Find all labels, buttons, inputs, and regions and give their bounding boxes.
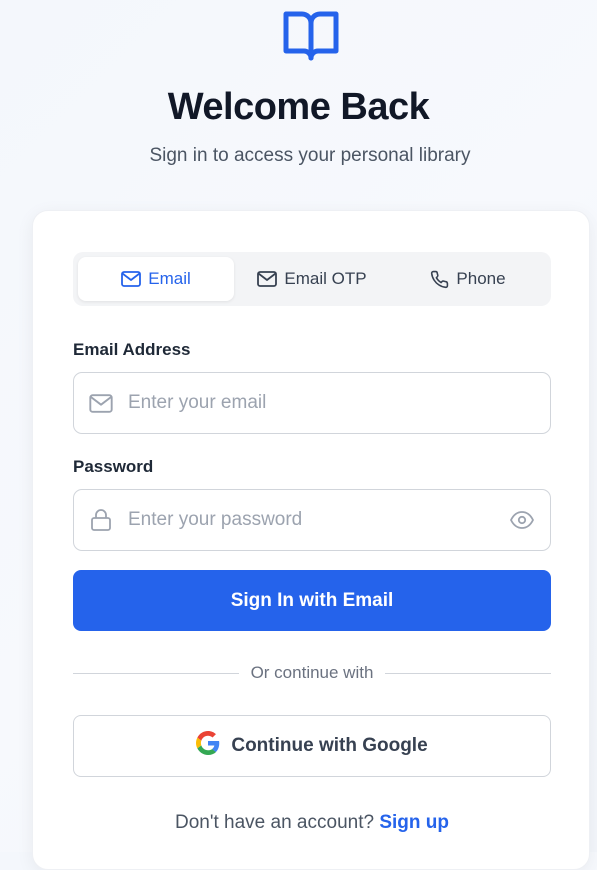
signup-link[interactable]: Sign up	[379, 812, 449, 833]
google-icon	[196, 731, 220, 761]
eye-icon[interactable]	[494, 511, 550, 529]
page-subtitle: Sign in to access your personal library	[149, 145, 471, 166]
divider: Or continue with	[73, 663, 551, 683]
password-field	[73, 489, 551, 551]
page-title: Welcome Back	[167, 86, 430, 128]
divider-line	[73, 672, 239, 674]
open-book-icon	[282, 8, 340, 62]
password-label: Password	[73, 457, 154, 476]
mail-icon	[121, 271, 142, 287]
lock-icon	[74, 508, 128, 532]
tab-email[interactable]: Email	[78, 257, 234, 301]
email-input[interactable]	[128, 373, 550, 433]
email-field	[73, 372, 551, 434]
sign-in-button[interactable]: Sign In with Email	[73, 570, 551, 631]
divider-line	[385, 672, 551, 674]
auth-method-tabs: Email Email OTP Phone	[73, 252, 551, 306]
mail-icon	[257, 271, 278, 287]
phone-icon	[430, 270, 449, 289]
tab-label: Email	[148, 269, 191, 288]
tab-phone[interactable]: Phone	[390, 257, 546, 301]
google-signin-button[interactable]: Continue with Google	[73, 715, 551, 777]
tab-label: Phone	[456, 269, 506, 288]
signup-prompt-text: Don't have an account?	[175, 812, 375, 833]
mail-icon	[74, 393, 128, 413]
password-input[interactable]	[128, 490, 494, 550]
tab-label: Email OTP	[284, 269, 367, 288]
divider-text: Or continue with	[250, 663, 374, 682]
signup-prompt: Don't have an account? Sign up	[33, 812, 591, 834]
google-button-label: Continue with Google	[231, 735, 428, 756]
signin-card: Email Email OTP Phone Email Address Pass…	[32, 210, 590, 870]
email-label: Email Address	[73, 340, 191, 359]
tab-email-otp[interactable]: Email OTP	[234, 257, 390, 301]
